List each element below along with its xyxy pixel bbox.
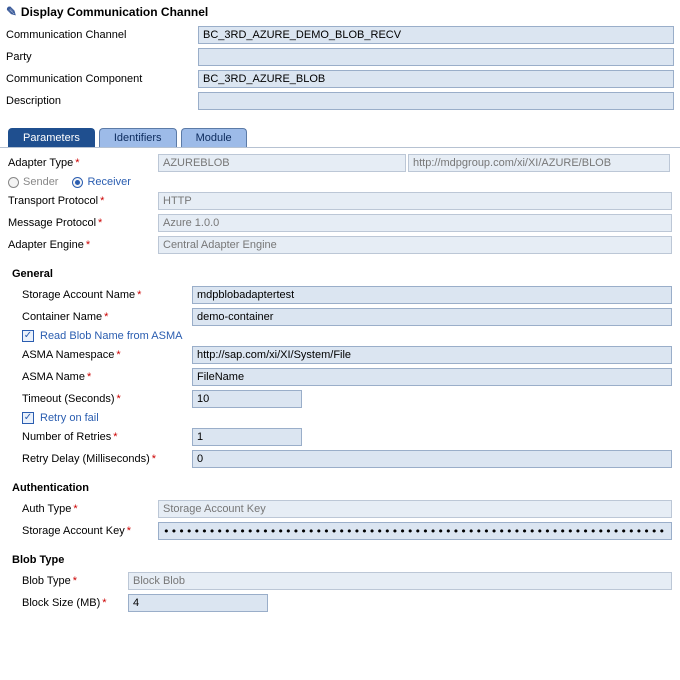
section-general: General [12,268,672,280]
asma-name-input[interactable] [192,368,672,386]
comm-component-input[interactable] [198,70,674,88]
section-blob-type: Blob Type [12,554,672,566]
timeout-input[interactable] [192,390,302,408]
tab-module[interactable]: Module [181,128,247,147]
read-asma-checkbox[interactable]: ✓ [22,330,34,342]
label-auth-type: Auth Type* [8,503,158,515]
communication-channel-icon: ✎ [6,4,17,20]
receiver-radio[interactable]: Receiver [72,176,130,188]
adapter-namespace-input[interactable] [408,154,670,172]
container-name-input[interactable] [192,308,672,326]
storage-key-input[interactable] [158,522,672,540]
num-retries-input[interactable] [192,428,302,446]
label-message-protocol: Message Protocol* [8,217,158,229]
read-asma-label: Read Blob Name from ASMA [40,330,182,342]
label-storage-key: Storage Account Key* [8,525,158,537]
blob-type-input[interactable] [128,572,672,590]
block-size-input[interactable] [128,594,268,612]
retry-checkbox[interactable]: ✓ [22,412,34,424]
transport-protocol-input[interactable] [158,192,672,210]
label-adapter-type: Adapter Type* [8,157,158,169]
label-blob-type: Blob Type* [8,575,128,587]
adapter-engine-input[interactable] [158,236,672,254]
auth-type-input[interactable] [158,500,672,518]
label-comm-component: Communication Component [6,73,198,85]
retry-label: Retry on fail [40,412,99,424]
label-adapter-engine: Adapter Engine* [8,239,158,251]
label-timeout: Timeout (Seconds)* [8,393,192,405]
tab-parameters[interactable]: Parameters [8,128,95,147]
sender-radio[interactable]: Sender [8,176,58,188]
retry-delay-input[interactable] [192,450,672,468]
label-description: Description [6,95,198,107]
label-party: Party [6,51,198,63]
adapter-type-input[interactable] [158,154,406,172]
label-asma-namespace: ASMA Namespace* [8,349,192,361]
description-input[interactable] [198,92,674,110]
tab-identifiers[interactable]: Identifiers [99,128,177,147]
label-container-name: Container Name* [8,311,192,323]
comm-channel-input[interactable] [198,26,674,44]
page-title: Display Communication Channel [21,5,208,19]
section-authentication: Authentication [12,482,672,494]
party-input[interactable] [198,48,674,66]
label-retry-delay: Retry Delay (Milliseconds)* [8,453,192,465]
asma-namespace-input[interactable] [192,346,672,364]
label-block-size: Block Size (MB)* [8,597,128,609]
label-asma-name: ASMA Name* [8,371,192,383]
storage-account-input[interactable] [192,286,672,304]
label-num-retries: Number of Retries* [8,431,192,443]
message-protocol-input[interactable] [158,214,672,232]
label-transport-protocol: Transport Protocol* [8,195,158,207]
label-comm-channel: Communication Channel [6,29,198,41]
label-storage-account: Storage Account Name* [8,289,192,301]
